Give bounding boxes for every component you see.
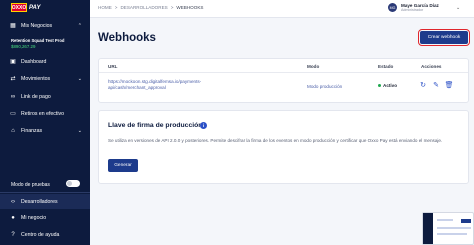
thumbnail-line [437,227,471,229]
refresh-icon[interactable]: ↻ [419,81,427,89]
sidebar-item-label: Desarrolladores [21,198,58,205]
breadcrumb-separator: > [170,5,174,10]
webhook-mode: Modo producción [307,84,343,89]
sidebar: OXXO PAY ▦ Mis Negocios ⌃ Retention Squa… [0,0,90,245]
edit-icon[interactable]: ✎ [432,81,440,89]
webhooks-table: URL Modo Estado Acciones https://mockoon… [98,58,469,103]
sidebar-item-dashboard[interactable]: ▣ Dashboard [0,55,90,69]
table-divider [99,72,468,73]
user-role: Administrador [401,8,424,12]
sidebar-item-label: Movimientos [21,76,51,82]
business-menu-label: Mis Negocios [21,23,53,29]
column-header-actions: Acciones [421,64,442,69]
breadcrumb-current: WEBHOOKS [176,5,204,10]
sidebar-item-label: Finanzas [21,128,43,134]
sidebar-item-label: Centro de ayuda [21,232,60,238]
status-label: Activo [383,83,398,88]
account-balance: $890,267.29 [11,44,36,49]
oxxo-pay-logo[interactable]: OXXO PAY [11,3,40,12]
breadcrumb-section[interactable]: DESARROLLADORES [120,5,167,10]
bank-icon: ⌂ [11,128,15,134]
chevron-down-icon: ⌄ [456,5,461,11]
sidebar-item-link-de-pago[interactable]: ∞ Link de pago [0,90,90,104]
help-icon: ? [11,232,15,238]
topbar: HOME > DESARROLLADORES > WEBHOOKS MG May… [90,0,474,18]
oxxo-logo: OXXO [11,3,27,12]
swap-icon: ⇄ [10,76,16,82]
status-dot [378,84,381,87]
sidebar-item-retiros[interactable]: ▭ Retiros en efectivo [0,107,90,121]
sidebar-item-finanzas[interactable]: ⌂ Finanzas ⌄ [0,124,90,138]
sidebar-item-label: Dashboard [21,59,47,65]
link-icon: ∞ [10,94,16,100]
sidebar-item-mi-negocio[interactable]: ● Mi negocio [0,211,90,225]
pay-logo-text: PAY [29,4,41,11]
breadcrumb-home[interactable]: HOME [98,5,112,10]
webhook-url: https://mockoon.stg.digitalfemsa.io/paym… [108,79,202,90]
thumbnail-sidebar [423,213,433,244]
sidebar-divider [0,192,90,193]
delete-icon[interactable]: 🗑 [445,81,454,89]
test-mode-label: Modo de pruebas [11,182,50,188]
sidebar-item-label: Retiros en efectivo [21,111,64,117]
signature-description: Se utiliza en versiones de API 2.0.0 y p… [108,138,443,143]
test-mode-toggle[interactable] [66,180,80,187]
sidebar-item-centro-de-ayuda[interactable]: ? Centro de ayuda [0,228,90,242]
thumbnail-line [437,219,453,221]
generate-button[interactable]: Generar [108,159,138,172]
avatar: MG [388,3,397,12]
code-icon: ‹› [11,198,15,205]
chevron-up-icon: ⌃ [77,23,82,29]
wallet-icon: ▭ [10,111,16,117]
page-title: Webhooks [98,32,156,44]
breadcrumb-separator: > [114,5,118,10]
column-header-url: URL [108,64,118,69]
column-header-status: Estado [378,64,394,69]
sidebar-item-desarrolladores[interactable]: ‹› Desarrolladores [0,194,90,209]
business-menu[interactable]: ▦ Mis Negocios ⌃ [0,19,90,33]
account-name: Retention Squad Test Prod [11,38,65,43]
dashboard-icon: ▣ [10,59,16,65]
column-header-mode: Modo [307,64,320,69]
sidebar-item-movimientos[interactable]: ⇄ Movimientos ⌄ [0,72,90,86]
signature-key-card: Llave de firma de producción i Se utiliz… [98,110,469,184]
store-icon: ▦ [10,23,16,29]
signature-title: Llave de firma de producción [108,122,203,129]
chevron-down-icon: ⌄ [77,128,82,134]
status-badge: Activo [378,83,397,88]
sidebar-item-label: Link de pago [21,94,51,100]
info-icon[interactable]: i [200,122,207,129]
preview-thumbnail[interactable] [422,212,474,245]
sidebar-item-label: Mi negocio [21,215,47,221]
row-actions: ↻ ✎ 🗑 [419,81,453,89]
thumbnail-button [461,219,471,223]
breadcrumb: HOME > DESARROLLADORES > WEBHOOKS [98,5,203,10]
user-menu[interactable]: MG Maye García Díaz Administrador ⌄ [388,3,460,12]
create-webhook-button[interactable]: Crear webhook [418,29,470,46]
user-icon: ● [11,215,15,221]
chevron-down-icon: ⌄ [77,76,82,82]
thumbnail-line [437,233,467,235]
